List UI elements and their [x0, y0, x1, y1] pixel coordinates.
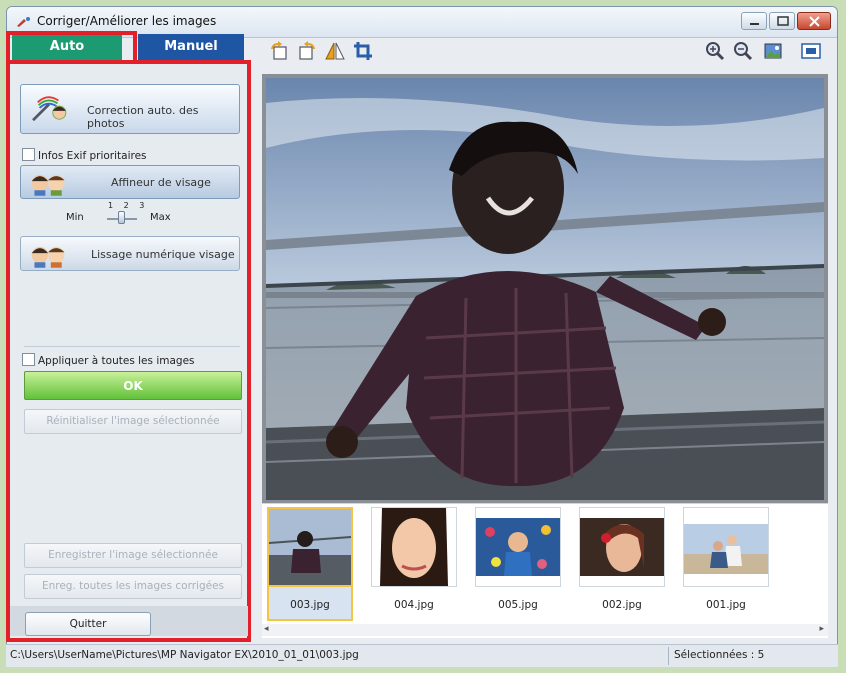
- slider-max-label: Max: [150, 212, 171, 223]
- apply-all-label: Appliquer à toutes les images: [38, 355, 195, 367]
- exif-priority-checkbox[interactable]: Infos Exif prioritaires: [22, 148, 147, 162]
- slider-thumb[interactable]: [118, 211, 125, 224]
- apply-all-checkbox[interactable]: Appliquer à toutes les images: [22, 353, 195, 367]
- close-icon: [809, 16, 820, 27]
- thumb-child-photo: [269, 509, 351, 585]
- thumbnail-image: [683, 507, 769, 587]
- thumbnail-item[interactable]: 004.jpg: [371, 507, 457, 621]
- zoom-out-icon[interactable]: [732, 40, 754, 62]
- face-smoothing-label: Lissage numérique visage: [91, 248, 235, 261]
- save-all-corrected-button[interactable]: Enreg. toutes les images corrigées: [24, 574, 242, 599]
- app-icon: [17, 17, 30, 27]
- slider-ticks: 1 2 3: [108, 201, 149, 210]
- thumbnail-item[interactable]: 005.jpg: [475, 507, 561, 621]
- auto-correct-wand-icon: [32, 96, 67, 122]
- face-smoothing-button[interactable]: Lissage numérique visage: [20, 236, 240, 271]
- child-photo-preview: [266, 78, 824, 500]
- crop-icon[interactable]: [352, 40, 374, 62]
- status-bar: C:\Users\UserName\Pictures\MP Navigator …: [6, 644, 838, 667]
- thumbnail-item[interactable]: 003.jpg: [267, 507, 353, 621]
- close-button[interactable]: [797, 12, 831, 30]
- view-image-icon[interactable]: [762, 40, 784, 62]
- exif-checkbox-label: Infos Exif prioritaires: [38, 150, 147, 162]
- level-slider[interactable]: Min 1 2 3 Max: [64, 201, 204, 226]
- apply-all-checkbox-box[interactable]: [22, 353, 35, 366]
- thumbnail-image: [579, 507, 665, 587]
- thumb-woman-flower: [580, 508, 664, 586]
- thumbnail-label: 001.jpg: [706, 599, 746, 611]
- thumbnail-image: [267, 507, 353, 587]
- auto-photo-correction-button[interactable]: Correction auto. des photos: [20, 84, 240, 134]
- thumbnail-scrollbar[interactable]: ◂ ▸: [262, 624, 828, 636]
- thumbnail-item[interactable]: 002.jpg: [579, 507, 665, 621]
- thumbnail-label: 003.jpg: [290, 599, 330, 611]
- status-path: C:\Users\UserName\Pictures\MP Navigator …: [10, 649, 359, 661]
- ok-button[interactable]: OK: [24, 371, 242, 400]
- tab-manual[interactable]: Manuel: [138, 34, 244, 60]
- thumbnail-image: [371, 507, 457, 587]
- maximize-icon: [777, 16, 789, 26]
- scroll-left-icon[interactable]: ◂: [264, 624, 269, 634]
- thumbnail-label: 005.jpg: [498, 599, 538, 611]
- exif-checkbox-box[interactable]: [22, 148, 35, 161]
- maximize-button[interactable]: [769, 12, 795, 30]
- window-title: Corriger/Améliorer les images: [37, 14, 217, 28]
- minimize-button[interactable]: [741, 12, 767, 30]
- status-separator: [668, 647, 669, 665]
- thumb-woman-portrait: [372, 508, 456, 586]
- reset-selected-image-button[interactable]: Réinitialiser l'image sélectionnée: [24, 409, 242, 434]
- preview-image[interactable]: [266, 78, 824, 500]
- save-selected-image-button[interactable]: Enregistrer l'image sélectionnée: [24, 543, 242, 568]
- slider-min-label: Min: [66, 212, 84, 223]
- quit-button[interactable]: Quitter: [25, 612, 151, 636]
- minimize-icon: [750, 23, 759, 25]
- status-selected-count: Sélectionnées : 5: [674, 649, 765, 661]
- flip-horizontal-icon[interactable]: [324, 40, 346, 62]
- thumbnail-label: 004.jpg: [394, 599, 434, 611]
- face-sharpener-button[interactable]: Affineur de visage: [20, 165, 240, 199]
- thumbnail-image: [475, 507, 561, 587]
- face-sharpener-label: Affineur de visage: [111, 176, 211, 189]
- auto-photo-correction-label: Correction auto. des photos: [87, 104, 199, 130]
- thumb-couple-beach: [684, 508, 768, 586]
- thumbnail-label: 002.jpg: [602, 599, 642, 611]
- scroll-right-icon[interactable]: ▸: [819, 624, 824, 634]
- faces-icon: [31, 174, 65, 196]
- full-screen-icon[interactable]: [800, 40, 822, 62]
- rotate-right-icon[interactable]: [296, 40, 318, 62]
- panel-divider: [24, 346, 240, 347]
- thumb-child-flowers: [476, 508, 560, 586]
- thumbnail-item[interactable]: 001.jpg: [683, 507, 769, 621]
- zoom-in-icon[interactable]: [704, 40, 726, 62]
- rotate-left-icon[interactable]: [268, 40, 290, 62]
- faces-smooth-icon: [31, 246, 65, 268]
